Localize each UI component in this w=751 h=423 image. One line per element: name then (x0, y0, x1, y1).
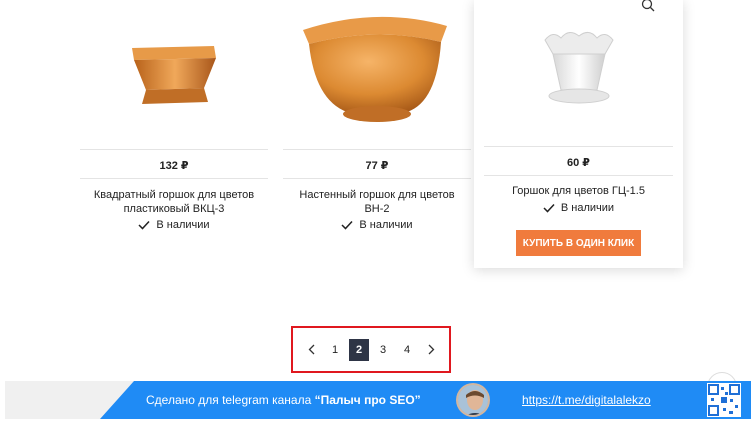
pagination-page[interactable]: 4 (397, 339, 417, 361)
stock-label: В наличии (156, 219, 210, 231)
product-price: 60 ₽ (567, 157, 590, 169)
check-icon (138, 220, 150, 230)
stock-status: В наличии (80, 219, 268, 231)
stock-status: В наличии (283, 219, 471, 231)
pagination-prev-button[interactable] (301, 339, 321, 361)
card-divider (484, 175, 673, 176)
white-flower-pot-image[interactable] (474, 22, 683, 112)
stock-status: В наличии (474, 202, 683, 214)
card-divider (283, 178, 471, 179)
search-icon (641, 0, 655, 12)
card-divider (484, 146, 673, 147)
product-title-line[interactable]: Настенный горшок для цветов (283, 188, 471, 202)
banner-text: Сделано для telegram канала “Палыч про S… (146, 393, 421, 407)
banner-channel-name: “Палыч про SEO” (314, 393, 421, 407)
orange-wall-flower-pot-image[interactable] (283, 8, 471, 128)
pagination-page[interactable]: 3 (373, 339, 393, 361)
card-divider (283, 149, 471, 150)
orange-square-flower-pot-image[interactable] (80, 20, 268, 130)
product-card[interactable]: 132 ₽ Квадратный горшок для цветов пласт… (80, 0, 268, 250)
product-price: 77 ₽ (365, 160, 389, 172)
stock-label: В наличии (560, 202, 615, 214)
product-title[interactable]: Настенный горшок для цветов ВН-2 (283, 188, 471, 216)
telegram-banner[interactable]: Сделано для telegram канала “Палыч про S… (100, 381, 751, 419)
check-icon (543, 203, 555, 213)
product-title-line[interactable]: ВН-2 (283, 202, 471, 216)
product-title-line[interactable]: пластиковый ВКЦ-3 (80, 202, 268, 216)
pagination-page[interactable]: 1 (325, 339, 345, 361)
product-price: 132 ₽ (159, 160, 189, 172)
product-title[interactable]: Горшок для цветов ГЦ-1.5 (474, 184, 683, 198)
pagination-next-button[interactable] (421, 339, 441, 361)
chevron-left-icon (308, 344, 314, 355)
stock-label: В наличии (359, 219, 413, 231)
product-title-line[interactable]: Квадратный горшок для цветов (80, 188, 268, 202)
product-card-hovered[interactable]: 60 ₽ Горшок для цветов ГЦ-1.5 В наличии … (474, 0, 683, 268)
product-title[interactable]: Квадратный горшок для цветов пластиковый… (80, 188, 268, 216)
quick-view-button[interactable] (633, 0, 663, 18)
card-divider (80, 149, 268, 150)
product-card[interactable]: 77 ₽ Настенный горшок для цветов ВН-2 В … (283, 0, 471, 250)
product-title-line[interactable]: Горшок для цветов ГЦ-1.5 (474, 184, 683, 198)
qr-code-icon (707, 383, 741, 417)
pagination-page-current[interactable]: 2 (349, 338, 369, 361)
pagination: 1 2 3 4 (291, 326, 451, 373)
avatar (456, 383, 490, 417)
check-icon (341, 220, 353, 230)
buy-one-click-button[interactable]: КУПИТЬ В ОДИН КЛИК (516, 230, 641, 256)
telegram-link[interactable]: https://t.me/digitalalekzo (522, 393, 651, 407)
chevron-right-icon (428, 344, 434, 355)
card-divider (80, 178, 268, 179)
banner-prefix: Сделано для telegram канала (146, 393, 315, 407)
